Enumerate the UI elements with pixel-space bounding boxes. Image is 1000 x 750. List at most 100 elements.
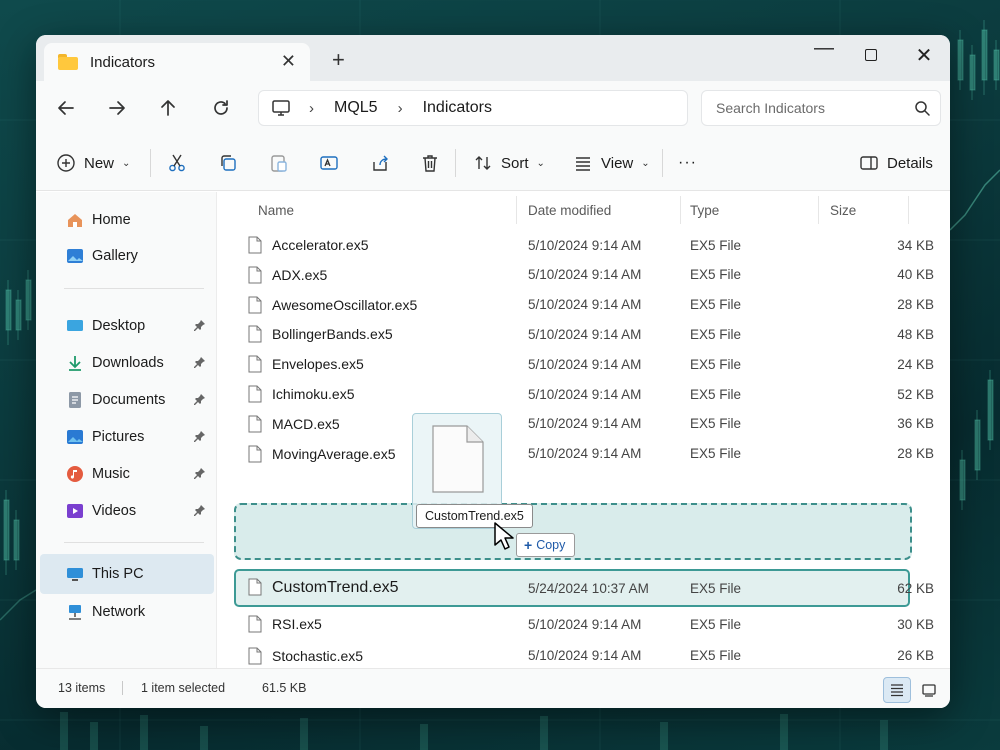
file-name: MovingAverage.ex5 xyxy=(272,445,396,462)
search-icon xyxy=(915,101,930,116)
sidebar-item-home[interactable]: Home xyxy=(40,202,214,238)
rename-button[interactable] xyxy=(319,135,339,191)
file-name: MACD.ex5 xyxy=(272,415,340,432)
chevron-down-icon: ⌄ xyxy=(536,157,545,169)
file-name: RSI.ex5 xyxy=(272,616,322,632)
address-bar: › MQL5 › Indicators xyxy=(36,81,950,135)
details-button[interactable]: Details xyxy=(859,135,933,191)
desktop-icon xyxy=(67,320,83,331)
table-row[interactable]: MACD.ex5 5/10/2024 9:14 AM EX5 File 36 KB xyxy=(218,409,948,439)
table-row[interactable]: Stochastic.ex5 5/10/2024 9:14 AM EX5 File 2… xyxy=(218,641,948,671)
sort-button[interactable]: Sort ⌄ xyxy=(473,135,545,191)
breadcrumb[interactable]: › MQL5 › Indicators xyxy=(258,90,688,126)
pin-icon[interactable] xyxy=(194,319,206,335)
table-row[interactable]: BollingerBands.ex5 5/10/2024 9:14 AM EX5 F… xyxy=(218,319,948,349)
details-button-label: Details xyxy=(887,154,933,172)
tiles-view-button[interactable] xyxy=(915,677,943,703)
column-header-type[interactable]: Type xyxy=(690,192,719,228)
pin-icon[interactable] xyxy=(194,430,206,446)
table-row[interactable]: ADX.ex5 5/10/2024 9:14 AM EX5 File 40 KB xyxy=(218,260,948,290)
file-type: EX5 File xyxy=(690,267,742,283)
cut-button[interactable] xyxy=(167,135,187,191)
file-type: EX5 File xyxy=(690,356,742,372)
view-button[interactable]: View ⌄ xyxy=(573,135,650,191)
file-size: 48 KB xyxy=(897,326,934,342)
up-button[interactable] xyxy=(154,94,182,122)
pin-icon[interactable] xyxy=(194,467,206,483)
new-button[interactable]: New ⌄ xyxy=(56,135,130,191)
arrow-left-icon xyxy=(58,101,74,115)
search-input[interactable] xyxy=(716,100,906,116)
breadcrumb-item-indicators[interactable]: Indicators xyxy=(423,99,492,117)
command-bar: New ⌄ Sort ⌄ View ⌄ ··· Details xyxy=(36,135,950,191)
table-row[interactable]: RSI.ex5 5/10/2024 9:14 AM EX5 File 30 KB xyxy=(218,609,948,639)
table-row[interactable]: Envelopes.ex5 5/10/2024 9:14 AM EX5 File 24… xyxy=(218,349,948,379)
file-size: 30 KB xyxy=(897,616,934,632)
file-type: EX5 File xyxy=(690,416,742,432)
column-header-date-modified[interactable]: Date modified xyxy=(528,192,611,228)
sidebar-item-desktop[interactable]: Desktop xyxy=(40,308,214,344)
arrow-up-icon xyxy=(161,100,175,116)
file-type: EX5 File xyxy=(690,446,742,462)
column-header-name[interactable]: Name xyxy=(258,192,294,228)
sidebar-item-this-pc[interactable]: This PC xyxy=(40,554,214,594)
plus-icon: + xyxy=(524,537,533,553)
scissors-icon xyxy=(169,154,185,172)
table-row[interactable]: Ichimoku.ex5 5/10/2024 9:14 AM EX5 File 52 … xyxy=(218,379,948,409)
tab-indicators[interactable]: Indicators ✕ xyxy=(44,43,310,81)
drag-file-label: CustomTrend.ex5 xyxy=(416,504,533,528)
new-button-label: New xyxy=(84,154,115,172)
file-type: EX5 File xyxy=(690,580,742,596)
sidebar-item-downloads[interactable]: Downloads xyxy=(40,345,214,381)
breadcrumb-item-mql5[interactable]: MQL5 xyxy=(334,99,378,117)
close-window-button[interactable]: ✕ xyxy=(912,43,936,68)
sidebar-item-documents[interactable]: Documents xyxy=(40,382,214,418)
table-row-new-file[interactable]: CustomTrend.ex5 5/24/2024 10:37 AM EX5 F… xyxy=(234,569,934,607)
folder-icon xyxy=(58,54,78,70)
sidebar-item-pictures[interactable]: Pictures xyxy=(40,419,214,455)
table-row[interactable]: MovingAverage.ex5 5/10/2024 9:14 AM EX5 Fi… xyxy=(218,439,948,469)
table-row[interactable]: AwesomeOscillator.ex5 5/10/2024 9:14 AM EX… xyxy=(218,290,948,320)
item-count: 13 items xyxy=(58,681,106,695)
details-view-button[interactable] xyxy=(883,677,911,703)
sidebar-item-videos[interactable]: Videos xyxy=(40,493,214,529)
pin-icon[interactable] xyxy=(194,393,206,409)
view-button-label: View xyxy=(601,154,634,172)
tab-close-icon[interactable]: ✕ xyxy=(281,51,296,72)
more-options-button[interactable]: ··· xyxy=(678,135,697,191)
search-box[interactable] xyxy=(701,90,941,126)
table-row[interactable]: Accelerator.ex5 5/10/2024 9:14 AM EX5 File… xyxy=(218,230,948,260)
file-name: Accelerator.ex5 xyxy=(272,237,369,253)
navigation-pane: Home Gallery Desktop Downloads Documents… xyxy=(36,192,217,668)
share-button[interactable] xyxy=(370,135,390,191)
breadcrumb-chevron-icon: › xyxy=(397,99,403,117)
sidebar-item-label: Documents xyxy=(92,392,166,408)
copy-action-badge: + Copy xyxy=(516,533,576,557)
new-tab-button[interactable]: + xyxy=(332,49,345,71)
minimize-button[interactable]: — xyxy=(812,37,836,60)
maximize-button[interactable] xyxy=(859,45,883,66)
copy-button[interactable] xyxy=(218,135,238,191)
title-bar: Indicators ✕ + — ✕ xyxy=(36,35,950,81)
pin-icon[interactable] xyxy=(194,504,206,520)
forward-button[interactable] xyxy=(103,94,131,122)
file-type: EX5 File xyxy=(690,386,742,402)
file-size: 26 KB xyxy=(897,648,934,663)
tab-title: Indicators xyxy=(90,53,156,71)
refresh-button[interactable] xyxy=(207,94,235,122)
file-list: Name Date modified Type Size Accelerator… xyxy=(218,192,950,696)
paste-icon xyxy=(271,155,287,172)
pin-icon[interactable] xyxy=(194,356,206,372)
file-type: EX5 File xyxy=(690,326,742,342)
file-name: BollingerBands.ex5 xyxy=(272,326,393,343)
sidebar-item-network[interactable]: Network xyxy=(40,594,214,630)
sidebar-item-music[interactable]: Music xyxy=(40,456,214,492)
file-size: 52 KB xyxy=(897,386,934,402)
paste-button[interactable] xyxy=(269,135,289,191)
file-date: 5/10/2024 9:14 AM xyxy=(528,237,642,253)
sidebar-item-gallery[interactable]: Gallery xyxy=(40,238,214,274)
back-button[interactable] xyxy=(52,94,80,122)
delete-button[interactable] xyxy=(420,135,440,191)
file-size: 24 KB xyxy=(897,356,934,372)
column-header-size[interactable]: Size xyxy=(830,192,856,228)
